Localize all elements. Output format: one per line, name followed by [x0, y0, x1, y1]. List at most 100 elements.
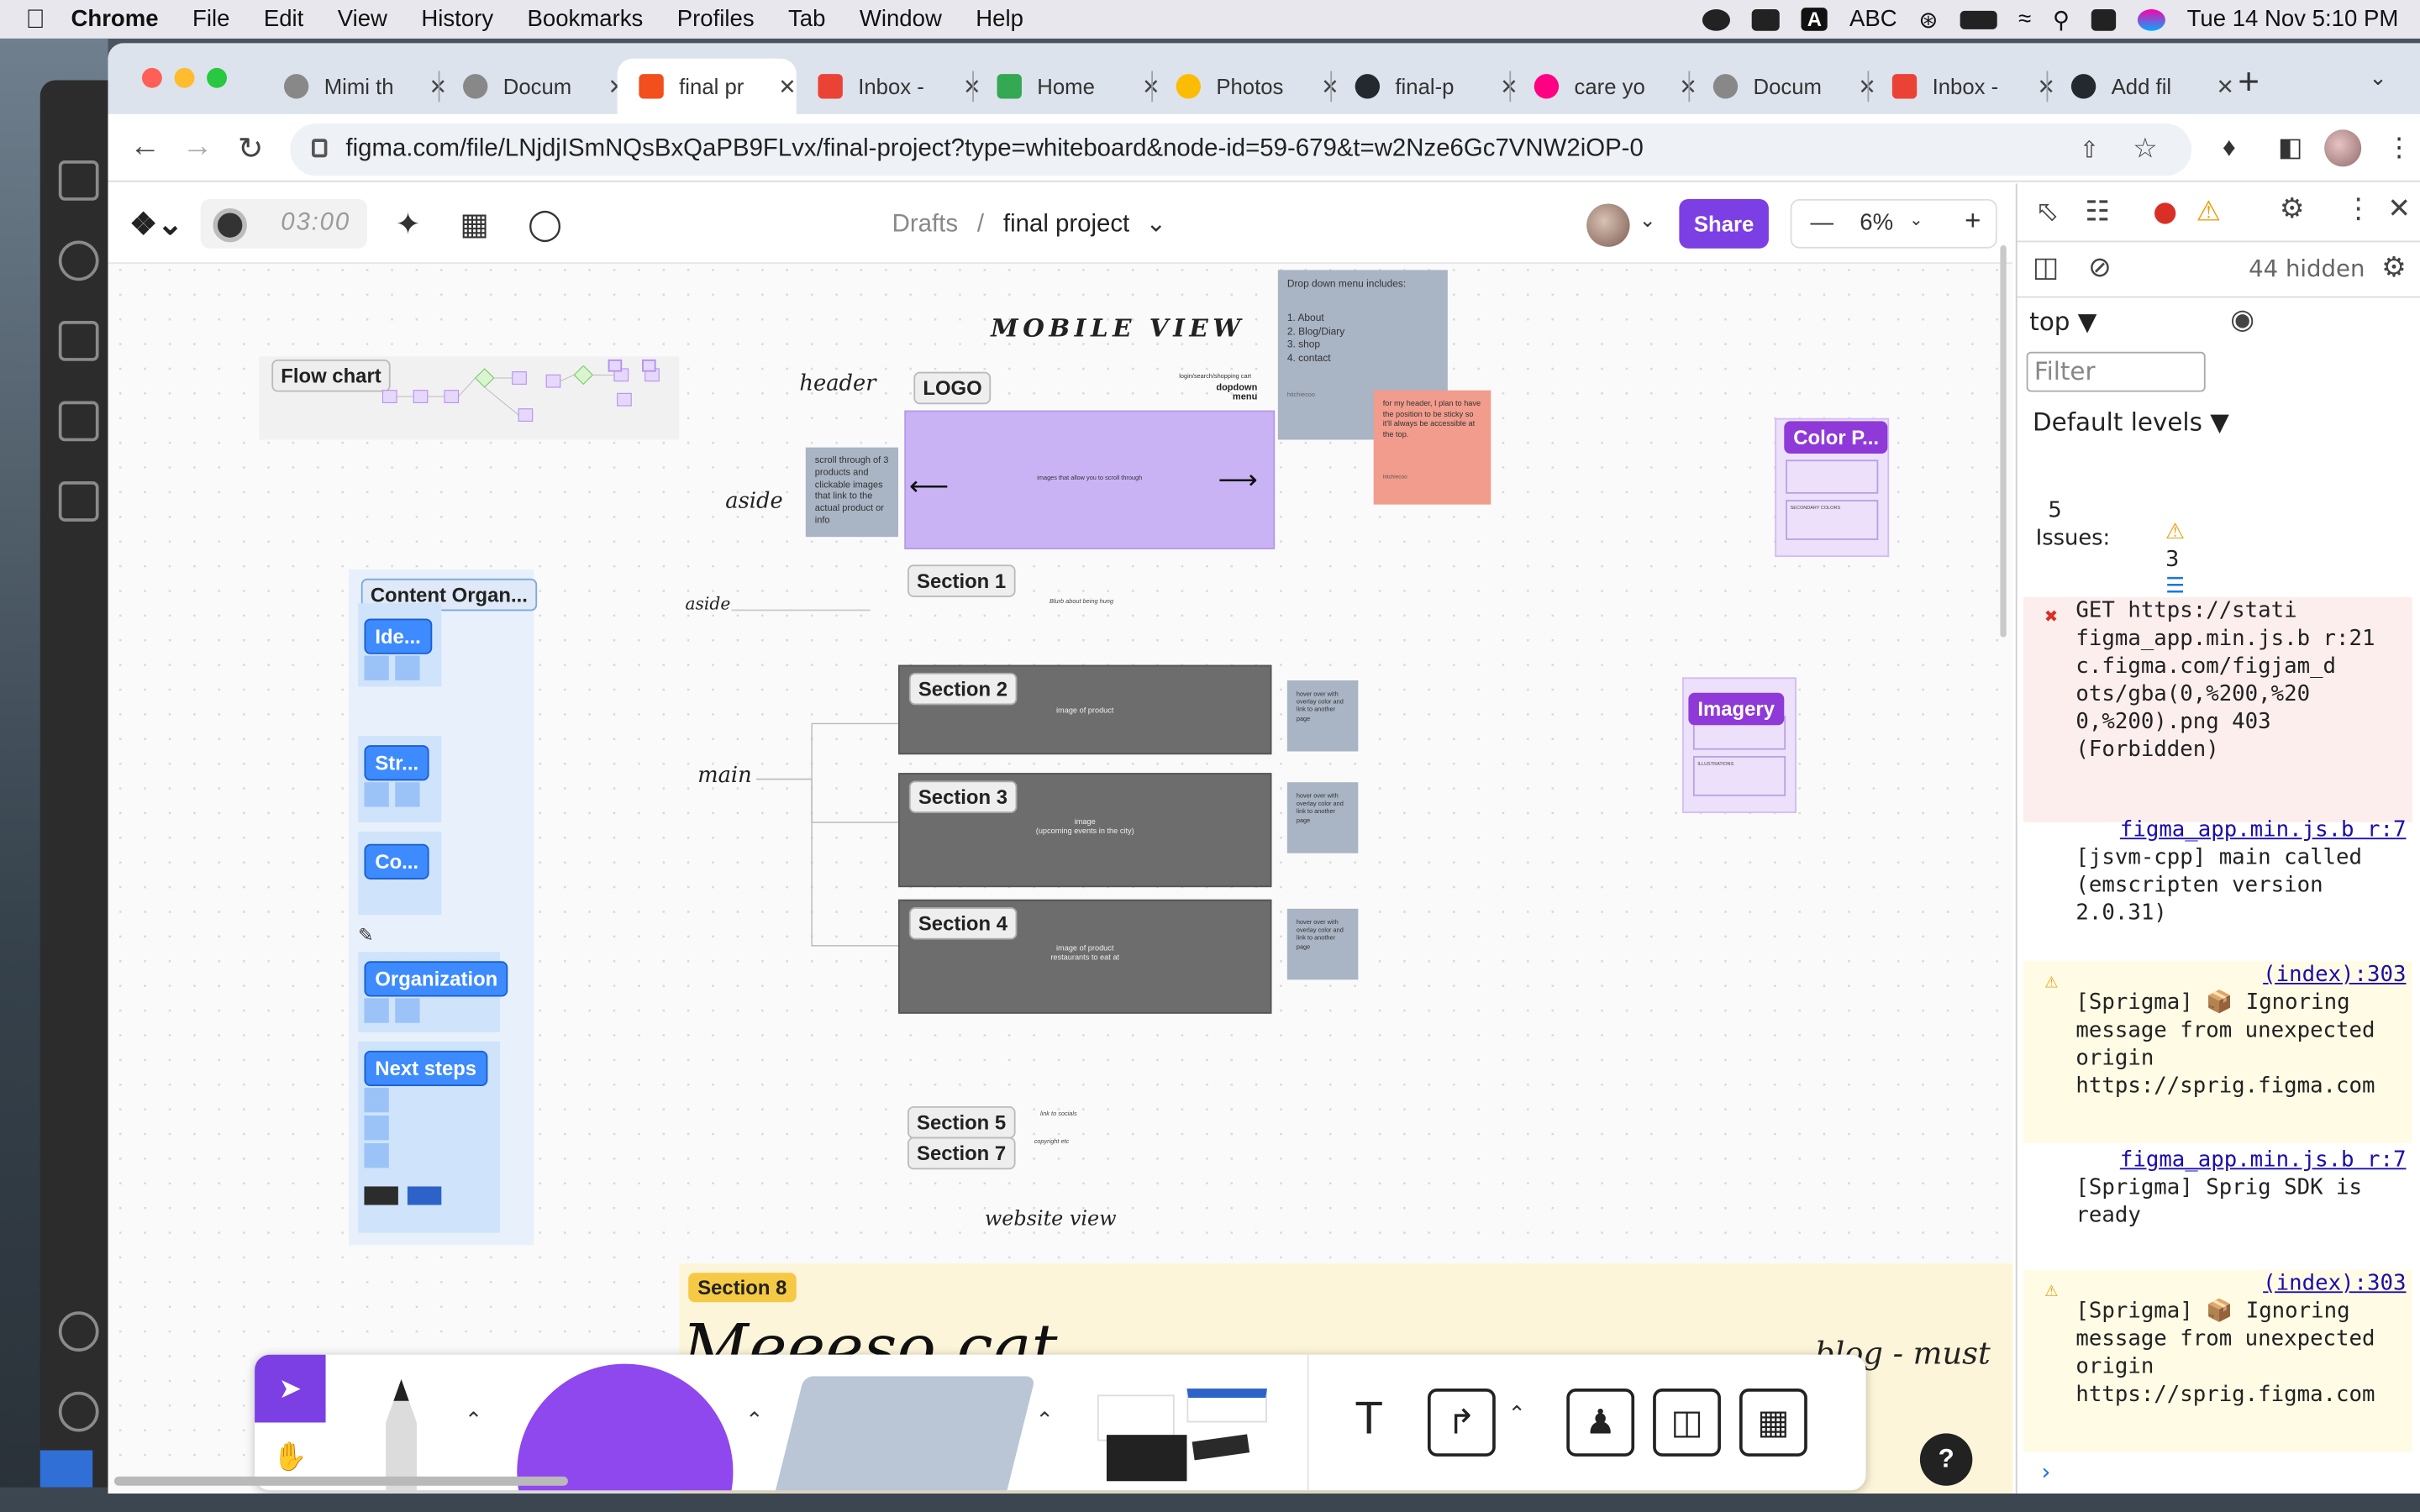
hover-note-sticky[interactable]: hover over with overlay color and link t… — [1286, 680, 1359, 752]
side-panel-icon[interactable]: ◧ — [2278, 133, 2303, 164]
clear-console-icon[interactable]: ⊘ — [2088, 251, 2112, 284]
tab[interactable]: Add fil ✕ — [2049, 59, 2234, 114]
console-log-message[interactable]: figma_app.min.js.b r:7 [jsvm-cpp] main c… — [2023, 816, 2412, 968]
section-5-label[interactable]: Section 5 — [908, 1105, 1016, 1139]
structure-tag[interactable]: Str... — [364, 745, 429, 781]
close-window-button[interactable] — [141, 67, 162, 88]
tab[interactable]: final-p✕ — [1334, 59, 1518, 114]
device-toolbar-icon[interactable]: ☷ — [2085, 196, 2110, 228]
section-8-label[interactable]: Section 8 — [688, 1273, 797, 1303]
aside-annotation-2[interactable]: aside — [686, 594, 731, 614]
menu-view[interactable]: View — [338, 6, 387, 32]
sidebar-toggle-icon[interactable]: ◫ — [2033, 251, 2059, 284]
console-filter-input[interactable]: Filter — [2026, 351, 2206, 392]
tab[interactable]: Docum✕ — [441, 59, 626, 114]
chevron-down-icon[interactable]: ⌄ — [1909, 210, 1923, 230]
tab[interactable]: Docum✕ — [1691, 59, 1876, 114]
flow-chart-label[interactable]: Flow chart — [271, 359, 391, 392]
chevron-up-icon[interactable]: ⌃ — [1035, 1407, 1054, 1433]
console-settings-gear-icon[interactable]: ⚙ — [2381, 251, 2407, 284]
menu-tab[interactable]: Tab — [788, 6, 825, 32]
apple-icon[interactable]:  — [0, 4, 71, 35]
hover-note-sticky[interactable]: hover over with overlay color and link t… — [1286, 782, 1359, 853]
select-tool-icon[interactable]: ➤ — [255, 1354, 326, 1423]
chevron-up-icon[interactable]: ⌃ — [745, 1407, 764, 1433]
source-link[interactable]: figma_app.min.js.b r:7 — [2075, 1147, 2407, 1174]
hover-note-sticky[interactable]: hover over with overlay color and link t… — [1286, 908, 1359, 980]
lock-icon[interactable] — [312, 139, 328, 158]
profile-avatar[interactable] — [2324, 129, 2362, 167]
console-error-message[interactable]: ✖ GET https://stati figma_app.min.js.b r… — [2023, 596, 2412, 822]
bookmark-star-icon[interactable]: ☆ — [2133, 133, 2158, 165]
section-4-frame[interactable]: Section 4 image of product restaurants t… — [897, 899, 1272, 1014]
chevron-down-icon[interactable]: ⌄ — [1639, 208, 1656, 233]
chevron-up-icon[interactable]: ⌃ — [1507, 1401, 1526, 1427]
header-annotation[interactable]: header — [799, 372, 876, 396]
vertical-scrollbar[interactable] — [2000, 245, 2007, 638]
stamp-tool-icon[interactable]: ♟ — [1566, 1389, 1635, 1457]
remote-indicator-icon[interactable] — [39, 1450, 93, 1488]
extensions-icon[interactable]: ♦ — [2223, 133, 2236, 164]
settings-gear-icon[interactable]: ⚙ — [2280, 193, 2305, 226]
help-button[interactable]: ? — [1919, 1433, 1973, 1486]
website-view-annotation[interactable]: website view — [985, 1208, 1117, 1231]
zoom-level[interactable]: 6% — [1860, 210, 1893, 236]
grammarly-icon[interactable] — [1702, 8, 1730, 30]
organization-tag[interactable]: Organization — [364, 961, 509, 997]
scroll-note-sticky[interactable]: scroll through of 3 products and clickab… — [805, 447, 898, 538]
menu-history[interactable]: History — [421, 6, 493, 32]
warnings-badge-icon[interactable]: ⚠ — [2196, 196, 2222, 228]
text-tool-icon[interactable]: T — [1335, 1389, 1403, 1457]
input-source-label[interactable]: ABC — [1849, 6, 1897, 32]
timer[interactable]: 03:00 — [200, 198, 368, 249]
tab[interactable]: Mimi th✕ — [262, 59, 447, 114]
tab[interactable]: Inbox -✕ — [797, 59, 981, 114]
tab-active[interactable]: final pr ✕ — [617, 58, 797, 114]
input-source-icon[interactable]: A — [1801, 8, 1828, 31]
source-link[interactable]: figma_app.min.js.b r:7 — [2075, 816, 2407, 844]
zoom-out-icon[interactable]: — — [1810, 210, 1833, 236]
live-expression-eye-icon[interactable]: ◉ — [2230, 304, 2254, 337]
tab[interactable]: care yo✕ — [1512, 59, 1697, 114]
menu-profiles[interactable]: Profiles — [677, 6, 755, 32]
section-3-label[interactable]: Section 3 — [908, 780, 1018, 813]
color-palette-tag[interactable]: Color P... — [1784, 421, 1889, 454]
menu-window[interactable]: Window — [860, 6, 942, 32]
mobile-view-title[interactable]: MOBILE VIEW — [991, 313, 1245, 343]
console-log-message[interactable]: figma_app.min.js.b r:7 [Sprigma] Sprig S… — [2023, 1147, 2412, 1267]
section-1-label[interactable]: Section 1 — [908, 564, 1016, 597]
explorer-icon[interactable] — [58, 160, 99, 201]
forward-arrow-icon[interactable]: → — [182, 129, 213, 165]
search-icon[interactable] — [58, 240, 99, 281]
menu-app-name[interactable]: Chrome — [71, 6, 158, 32]
login-text[interactable]: login/search/shopping cart — [1179, 372, 1251, 380]
tab[interactable]: Inbox -✕ — [1870, 59, 2055, 114]
creative-cloud-icon[interactable] — [1751, 8, 1780, 30]
carousel-frame[interactable]: images that allow you to scroll through … — [904, 410, 1276, 549]
pen-tool-icon[interactable] — [363, 1370, 440, 1491]
figma-menu-icon[interactable]: ❖⌄ — [129, 205, 183, 244]
section-4-label[interactable]: Section 4 — [908, 907, 1018, 940]
errors-badge-icon[interactable]: ● — [2153, 196, 2177, 228]
source-link[interactable]: (index):303 — [2075, 1270, 2406, 1298]
console-warning-message[interactable]: ⚠ (index):303 [Sprigma] 📦 Ignoring messa… — [2023, 1269, 2412, 1452]
source-link[interactable]: (index):303 — [2075, 961, 2406, 989]
kebab-menu-icon[interactable]: ⋮ — [2344, 193, 2372, 226]
extensions-icon[interactable] — [58, 481, 99, 522]
arrow-left-icon[interactable]: ⟵ — [909, 470, 949, 503]
section-7-label[interactable]: Section 7 — [908, 1137, 1016, 1170]
widgets-tool-icon[interactable] — [1092, 1389, 1274, 1490]
header-note-sticky[interactable]: for my header, I plan to have the positi… — [1373, 390, 1491, 505]
ai-sparkle-icon[interactable]: ✦ — [395, 205, 421, 244]
siri-icon[interactable] — [2137, 8, 2165, 30]
console-prompt-icon[interactable]: › — [2039, 1458, 2053, 1486]
bluetooth-icon[interactable]: ⊛ — [1918, 5, 1938, 33]
share-page-icon[interactable]: ⇧ — [2080, 136, 2099, 163]
sticky-note-tool-icon[interactable] — [773, 1376, 1036, 1491]
content-tag[interactable]: Co... — [364, 843, 429, 879]
file-name[interactable]: final project — [1003, 212, 1129, 238]
section-2-frame[interactable]: Section 2 image of product — [897, 664, 1272, 755]
gear-icon[interactable] — [58, 1391, 99, 1432]
tab-close-icon[interactable]: ✕ — [2217, 73, 2235, 99]
close-icon[interactable]: ✕ — [2387, 193, 2411, 226]
